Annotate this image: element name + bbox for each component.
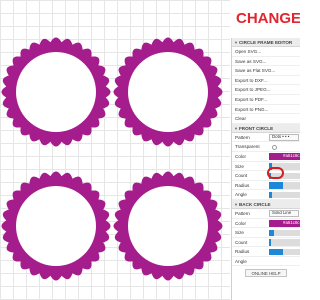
count-label: Count: [235, 239, 248, 245]
front-pattern-select[interactable]: Dots • • •: [269, 134, 299, 141]
back-size-row: Size: [232, 228, 300, 238]
online-help-button[interactable]: ONLINE HELP: [245, 269, 287, 278]
pattern-label: Pattern: [235, 210, 250, 216]
back-radius-row: Radius: [232, 247, 300, 257]
section-title: FRONT CIRCLE: [238, 125, 274, 131]
ring-inner-hole: [128, 52, 208, 132]
color-label: Color: [235, 220, 246, 226]
ring-inner-hole: [16, 52, 96, 132]
menu-open-svg[interactable]: Open SVG...: [232, 47, 300, 57]
front-pattern-row: Pattern Dots • • •: [232, 133, 300, 143]
front-radius-slider[interactable]: [269, 182, 300, 189]
back-circle-header[interactable]: ▼BACK CIRCLE: [232, 199, 300, 209]
circle-frame-bottom-right[interactable]: [110, 168, 226, 284]
color-label: Color: [235, 153, 246, 159]
circle-frame-bottom-left[interactable]: [0, 168, 114, 284]
slider-fill: [269, 239, 271, 246]
angle-label: Angle: [235, 192, 247, 198]
back-color-row: Color #a51c8c: [232, 219, 300, 229]
back-color-picker[interactable]: #a51c8c: [269, 220, 300, 227]
slider-fill: [269, 182, 284, 189]
menu-save-svg[interactable]: Save as SVG...: [232, 57, 300, 67]
radius-label: Radius: [235, 249, 250, 255]
transparent-label: Transparent: [235, 144, 260, 150]
front-size-row: Size: [232, 162, 300, 172]
section-title: BACK CIRCLE: [238, 201, 271, 207]
section-title: CIRCLE FRAME EDITOR: [238, 40, 293, 45]
design-canvas[interactable]: [0, 0, 230, 300]
front-count-row: Count: [232, 171, 300, 181]
menu-export-png[interactable]: Export to PNG...: [232, 105, 300, 115]
menu-export-dxf[interactable]: Export to DXF...: [232, 76, 300, 86]
slider-fill: [269, 191, 273, 199]
back-count-slider[interactable]: [269, 239, 300, 246]
front-angle-row: Angle: [232, 190, 300, 200]
count-label: Count: [235, 173, 248, 179]
size-label: Size: [235, 230, 244, 236]
menu-clear[interactable]: Clear: [232, 114, 300, 124]
menu-save-flat-svg[interactable]: Save as Flat SVG...: [232, 66, 300, 76]
pattern-label: Pattern: [235, 134, 250, 140]
back-pattern-row: Pattern Solid Line: [232, 209, 300, 219]
back-angle-row: Angle: [232, 257, 300, 267]
settings-panel: ▼CIRCLE FRAME EDITOR Open SVG... Save as…: [231, 38, 300, 300]
radius-label: Radius: [235, 182, 250, 188]
menu-export-pdf[interactable]: Export to PDF...: [232, 95, 300, 105]
angle-label: Angle: [235, 258, 247, 264]
front-color-row: Color #a51c8c: [232, 152, 300, 162]
size-label: Size: [235, 163, 244, 169]
front-angle-slider[interactable]: [269, 191, 300, 199]
front-transparent-row: Transparent: [232, 142, 300, 152]
front-circle-header[interactable]: ▼FRONT CIRCLE: [232, 123, 300, 133]
collapse-triangle-icon: ▼: [234, 201, 238, 207]
back-count-row: Count: [232, 238, 300, 248]
front-radius-row: Radius: [232, 181, 300, 191]
collapse-triangle-icon: ▼: [234, 125, 238, 131]
slider-fill: [269, 248, 284, 256]
slider-fill: [269, 229, 274, 237]
menu-export-jpeg[interactable]: Export to JPEG...: [232, 85, 300, 95]
back-size-slider[interactable]: [269, 229, 300, 237]
circle-frame-top-left[interactable]: [0, 34, 114, 150]
back-radius-slider[interactable]: [269, 248, 300, 256]
ring-inner-hole: [16, 186, 96, 266]
size-highlight-marker: [267, 167, 284, 179]
collapse-triangle-icon: ▼: [234, 40, 238, 45]
back-pattern-select[interactable]: Solid Line: [269, 210, 299, 217]
transparent-checkbox[interactable]: [272, 144, 277, 150]
circle-frame-top-right[interactable]: [110, 34, 226, 150]
circle-frame-editor-header[interactable]: ▼CIRCLE FRAME EDITOR: [232, 38, 300, 47]
front-color-picker[interactable]: #a51c8c: [269, 153, 300, 161]
ring-inner-hole: [128, 186, 208, 266]
headline-change-size: CHANGE S: [236, 10, 300, 27]
